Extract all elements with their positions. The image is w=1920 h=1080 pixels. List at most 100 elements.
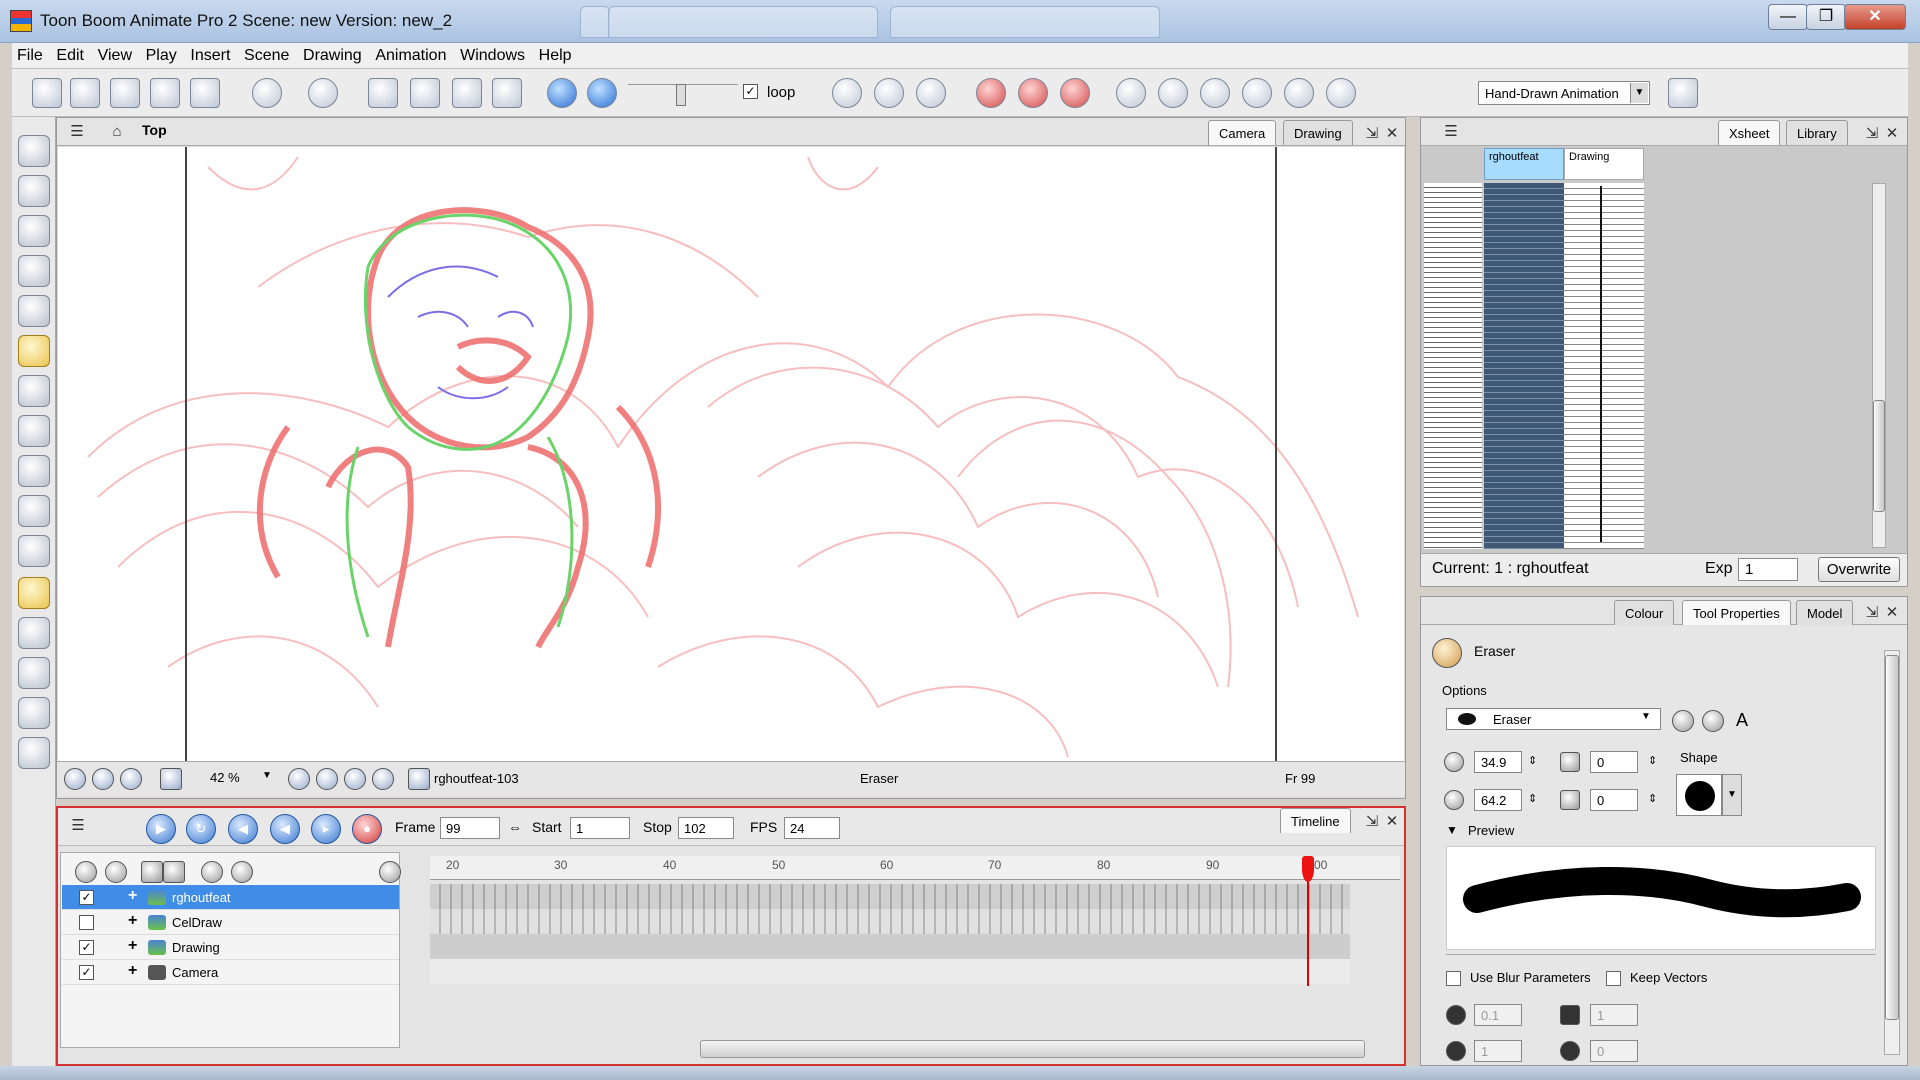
tab-colour[interactable]: Colour [1614, 600, 1675, 625]
tab-timeline[interactable]: Timeline [1280, 808, 1351, 833]
xsheet-column-cells[interactable] [1484, 183, 1564, 549]
transform-icon[interactable] [1116, 78, 1146, 108]
safe-area-icon[interactable] [160, 768, 182, 790]
pivot-tool-icon[interactable] [18, 657, 50, 689]
render-preview-icon[interactable] [92, 768, 114, 790]
save-icon[interactable] [110, 78, 140, 108]
sound-icon[interactable]: ◀ [228, 814, 258, 844]
play-icon[interactable]: ▶ [146, 814, 176, 844]
new-preset-icon[interactable] [1672, 710, 1694, 732]
cut-icon[interactable] [368, 78, 398, 108]
drawing-canvas[interactable] [58, 147, 1404, 761]
rotate-icon[interactable] [1158, 78, 1188, 108]
menu-drawing[interactable]: Drawing [298, 43, 367, 65]
skew-icon[interactable] [1242, 78, 1272, 108]
sound-scrub-icon[interactable]: ◀ [270, 814, 300, 844]
cutter-tool-icon[interactable] [18, 697, 50, 729]
dropper-tool-icon[interactable] [18, 455, 50, 487]
eraser-tool-icon[interactable] [18, 335, 50, 367]
pencil-tool-icon[interactable] [18, 255, 50, 287]
timeline-track[interactable] [430, 884, 1350, 909]
import-icon[interactable] [190, 78, 220, 108]
remove-icon[interactable] [163, 861, 185, 883]
collapse-icon[interactable] [379, 861, 401, 883]
frame-field[interactable]: 99 [440, 817, 500, 839]
expand-icon[interactable]: + [128, 912, 137, 930]
add-peg-icon[interactable] [201, 861, 223, 883]
xsheet-column-header[interactable]: Drawing [1564, 148, 1644, 180]
layer-row[interactable]: ✓ + Camera [62, 960, 399, 985]
layer-visibility-checkbox[interactable]: ✓ [79, 890, 94, 905]
panel-close-icon[interactable]: ✕ [1382, 812, 1402, 832]
transform-tool-icon[interactable] [18, 617, 50, 649]
outline-display-icon[interactable] [316, 768, 338, 790]
workspace-mode-select[interactable]: Hand-Drawn Animation [1478, 81, 1650, 105]
expand-icon[interactable]: + [128, 887, 137, 905]
max-size-field[interactable]: 34.9 [1474, 751, 1522, 773]
use-blur-checkbox[interactable] [1446, 971, 1461, 986]
onion-skin-icon[interactable] [832, 78, 862, 108]
menu-scene[interactable]: Scene [239, 43, 294, 65]
stop-field[interactable]: 102 [678, 817, 734, 839]
spinner-icon[interactable]: ⇕ [1528, 792, 1537, 805]
show-grid-icon[interactable] [120, 768, 142, 790]
loop-icon[interactable]: ↻ [186, 814, 216, 844]
minimize-button[interactable]: — [1768, 4, 1808, 30]
text-tool-icon[interactable] [18, 295, 50, 327]
panel-detach-icon[interactable]: ⇲ [1362, 124, 1382, 144]
redo-icon[interactable] [308, 78, 338, 108]
timeline-track[interactable] [430, 959, 1350, 984]
zoom-tool-icon[interactable] [18, 737, 50, 769]
triangle-down-icon[interactable]: ▼ [1446, 823, 1458, 837]
chevron-down-icon[interactable]: ▼ [262, 770, 272, 781]
spinner-icon[interactable]: ⇕ [1528, 754, 1537, 767]
min-size-field[interactable]: 64.2 [1474, 789, 1522, 811]
hand-tool-icon[interactable] [18, 535, 50, 567]
layer-row[interactable]: ✓ + Drawing [62, 935, 399, 960]
shape-preview[interactable] [1676, 774, 1722, 816]
workspace-settings-icon[interactable] [1668, 78, 1698, 108]
playhead-handle[interactable] [1302, 856, 1314, 882]
chevron-down-icon[interactable]: ▼ [1722, 774, 1742, 816]
layer-row[interactable]: + CelDraw [62, 910, 399, 935]
spinner-icon[interactable]: ⇕ [1648, 754, 1657, 767]
undo-icon[interactable] [252, 78, 282, 108]
auto-light-table-icon[interactable] [916, 78, 946, 108]
next-frame-icon[interactable] [587, 78, 617, 108]
expand-icon[interactable]: + [128, 937, 137, 955]
paint-tool-icon[interactable] [18, 375, 50, 407]
breadcrumb[interactable]: Top [142, 122, 167, 138]
panel-menu-icon[interactable]: ☰ [1441, 122, 1461, 142]
menu-edit[interactable]: Edit [51, 43, 89, 65]
spinner-icon[interactable]: ⇕ [1648, 792, 1657, 805]
layer-row[interactable]: ✓ + rghoutfeat [62, 885, 399, 910]
color-display-icon[interactable] [344, 768, 366, 790]
panel-menu-icon[interactable]: ☰ [67, 122, 87, 142]
maximize-button[interactable]: ❐ [1806, 4, 1846, 30]
previous-frame-icon[interactable] [547, 78, 577, 108]
add-keyframe-icon[interactable] [976, 78, 1006, 108]
alpha-display-icon[interactable] [372, 768, 394, 790]
menu-help[interactable]: Help [534, 43, 577, 65]
menu-windows[interactable]: Windows [455, 43, 530, 65]
blur-radius-field[interactable]: 1 [1474, 1040, 1522, 1062]
panel-detach-icon[interactable]: ⇲ [1862, 124, 1882, 144]
tool-properties-scroll-thumb[interactable] [1885, 655, 1899, 1020]
add-effect-icon[interactable] [231, 861, 253, 883]
record-icon[interactable]: ● [352, 814, 382, 844]
line-tool-icon[interactable] [18, 415, 50, 447]
layer-visibility-checkbox[interactable]: ✓ [79, 940, 94, 955]
reset-view-icon[interactable] [64, 768, 86, 790]
tab-library[interactable]: Library [1786, 120, 1848, 145]
menu-file[interactable]: File [12, 43, 48, 65]
brush-tool-icon[interactable] [18, 215, 50, 247]
panel-close-icon[interactable]: ✕ [1382, 124, 1402, 144]
contour-smoothing-field[interactable]: 0 [1590, 789, 1638, 811]
chevron-down-icon[interactable]: ▼ [1641, 711, 1651, 722]
tab-camera[interactable]: Camera [1208, 120, 1277, 145]
keyframe-stop-icon[interactable] [1060, 78, 1090, 108]
open-scene-icon[interactable] [70, 78, 100, 108]
overwrite-button[interactable]: Overwrite [1818, 557, 1900, 582]
remove-keyframe-icon[interactable] [1018, 78, 1048, 108]
new-scene-icon[interactable] [32, 78, 62, 108]
